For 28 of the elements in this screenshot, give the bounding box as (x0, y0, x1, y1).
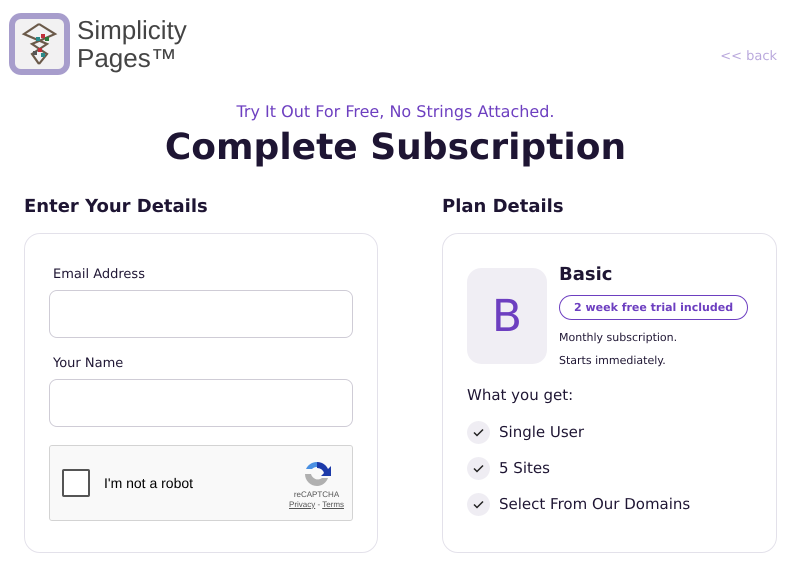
field-label: Email Address (53, 267, 146, 282)
section-heading: Enter Your Details (24, 196, 209, 217)
features-heading: What you get: (467, 386, 574, 404)
plan-name: Basic (559, 264, 614, 285)
page-title: Complete Subscription (164, 127, 628, 168)
feature-item: 5 Sites (499, 459, 550, 477)
feature-item: Single User (499, 423, 584, 441)
tagline: Try It Out For Free, No Strings Attached. (236, 102, 556, 121)
check-icon (467, 492, 490, 516)
trial-badge: 2 week free trial included (559, 295, 748, 320)
feature-item: Select From Our Domains (499, 495, 690, 513)
separator: - (316, 500, 322, 508)
checkbox[interactable] (62, 469, 90, 497)
field-label: Your Name (53, 356, 124, 371)
logo-text: Simplicity Pages™ (77, 16, 187, 72)
check-icon (467, 420, 490, 444)
section-heading: Plan Details (442, 196, 565, 217)
input-field[interactable] (49, 290, 353, 338)
plan-initial: B (467, 268, 547, 364)
recaptcha-brand: reCAPTCHA (294, 490, 340, 498)
plan-note: Starts immediately. (559, 353, 667, 369)
logo-icon (8, 12, 71, 76)
terms-link[interactable]: Terms (322, 500, 344, 508)
privacy-link[interactable]: Privacy (289, 500, 316, 508)
input-field[interactable] (49, 379, 353, 427)
check-icon (467, 456, 490, 480)
checkbox-label: I'm not a robot (104, 475, 194, 491)
plan-note: Monthly subscription. (559, 330, 678, 346)
